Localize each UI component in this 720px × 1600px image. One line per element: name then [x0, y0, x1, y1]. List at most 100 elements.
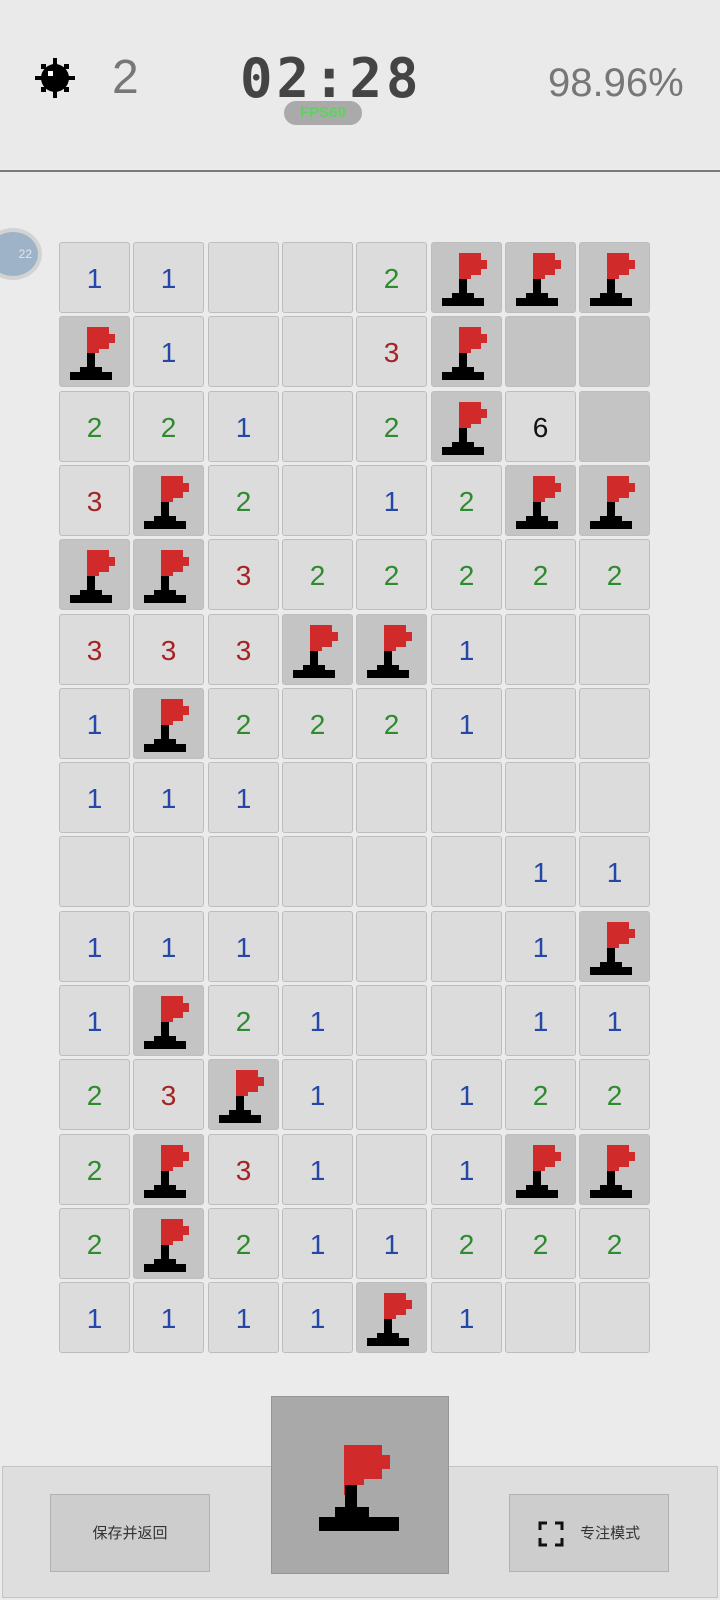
number-cell[interactable]: 1 — [133, 1282, 204, 1353]
number-cell[interactable]: 1 — [431, 614, 502, 685]
revealed-empty-cell[interactable] — [579, 762, 650, 833]
revealed-empty-cell[interactable] — [356, 985, 427, 1056]
revealed-empty-cell[interactable] — [579, 1282, 650, 1353]
flagged-cell[interactable] — [505, 465, 576, 536]
number-cell[interactable]: 2 — [505, 1208, 576, 1279]
number-cell[interactable]: 3 — [208, 539, 279, 610]
number-cell[interactable]: 3 — [133, 1059, 204, 1130]
revealed-empty-cell[interactable] — [282, 762, 353, 833]
flagged-cell[interactable] — [431, 316, 502, 387]
revealed-empty-cell[interactable] — [431, 836, 502, 907]
number-cell[interactable]: 2 — [208, 688, 279, 759]
revealed-empty-cell[interactable] — [356, 1134, 427, 1205]
unrevealed-cell[interactable] — [579, 316, 650, 387]
revealed-empty-cell[interactable] — [505, 688, 576, 759]
revealed-empty-cell[interactable] — [282, 391, 353, 462]
number-cell[interactable]: 1 — [579, 985, 650, 1056]
number-cell[interactable]: 6 — [505, 391, 576, 462]
flagged-cell[interactable] — [133, 539, 204, 610]
revealed-empty-cell[interactable] — [133, 836, 204, 907]
flagged-cell[interactable] — [431, 242, 502, 313]
flagged-cell[interactable] — [133, 1134, 204, 1205]
flagged-cell[interactable] — [356, 614, 427, 685]
number-cell[interactable]: 1 — [59, 911, 130, 982]
number-cell[interactable]: 1 — [208, 762, 279, 833]
number-cell[interactable]: 2 — [208, 465, 279, 536]
number-cell[interactable]: 3 — [59, 465, 130, 536]
number-cell[interactable]: 1 — [505, 985, 576, 1056]
flagged-cell[interactable] — [133, 465, 204, 536]
flagged-cell[interactable] — [133, 985, 204, 1056]
number-cell[interactable]: 3 — [59, 614, 130, 685]
revealed-empty-cell[interactable] — [282, 836, 353, 907]
number-cell[interactable]: 1 — [505, 836, 576, 907]
number-cell[interactable]: 1 — [282, 1134, 353, 1205]
avatar[interactable]: 22 — [0, 228, 42, 280]
flagged-cell[interactable] — [133, 688, 204, 759]
number-cell[interactable]: 1 — [208, 911, 279, 982]
flagged-cell[interactable] — [133, 1208, 204, 1279]
number-cell[interactable]: 1 — [133, 911, 204, 982]
flagged-cell[interactable] — [431, 391, 502, 462]
revealed-empty-cell[interactable] — [579, 614, 650, 685]
number-cell[interactable]: 2 — [579, 1059, 650, 1130]
number-cell[interactable]: 3 — [133, 614, 204, 685]
number-cell[interactable]: 2 — [505, 539, 576, 610]
number-cell[interactable]: 1 — [505, 911, 576, 982]
number-cell[interactable]: 2 — [59, 391, 130, 462]
revealed-empty-cell[interactable] — [208, 316, 279, 387]
revealed-empty-cell[interactable] — [208, 242, 279, 313]
number-cell[interactable]: 3 — [208, 1134, 279, 1205]
number-cell[interactable]: 2 — [579, 539, 650, 610]
revealed-empty-cell[interactable] — [505, 762, 576, 833]
number-cell[interactable]: 1 — [282, 985, 353, 1056]
flagged-cell[interactable] — [505, 1134, 576, 1205]
revealed-empty-cell[interactable] — [59, 836, 130, 907]
flagged-cell[interactable] — [356, 1282, 427, 1353]
number-cell[interactable]: 1 — [431, 688, 502, 759]
number-cell[interactable]: 1 — [431, 1282, 502, 1353]
number-cell[interactable]: 2 — [431, 465, 502, 536]
number-cell[interactable]: 1 — [59, 242, 130, 313]
number-cell[interactable]: 2 — [133, 391, 204, 462]
flagged-cell[interactable] — [579, 465, 650, 536]
flagged-cell[interactable] — [282, 614, 353, 685]
flagged-cell[interactable] — [505, 242, 576, 313]
number-cell[interactable]: 3 — [208, 614, 279, 685]
number-cell[interactable]: 2 — [59, 1059, 130, 1130]
revealed-empty-cell[interactable] — [282, 465, 353, 536]
unrevealed-cell[interactable] — [579, 391, 650, 462]
number-cell[interactable]: 2 — [282, 688, 353, 759]
unrevealed-cell[interactable] — [505, 316, 576, 387]
number-cell[interactable]: 1 — [579, 836, 650, 907]
number-cell[interactable]: 1 — [208, 391, 279, 462]
number-cell[interactable]: 1 — [208, 1282, 279, 1353]
number-cell[interactable]: 1 — [431, 1059, 502, 1130]
number-cell[interactable]: 1 — [282, 1208, 353, 1279]
revealed-empty-cell[interactable] — [356, 1059, 427, 1130]
flagged-cell[interactable] — [59, 316, 130, 387]
number-cell[interactable]: 2 — [282, 539, 353, 610]
number-cell[interactable]: 2 — [431, 1208, 502, 1279]
number-cell[interactable]: 2 — [356, 391, 427, 462]
revealed-empty-cell[interactable] — [356, 911, 427, 982]
revealed-empty-cell[interactable] — [431, 985, 502, 1056]
revealed-empty-cell[interactable] — [356, 762, 427, 833]
number-cell[interactable]: 1 — [59, 762, 130, 833]
number-cell[interactable]: 3 — [356, 316, 427, 387]
focus-mode-button[interactable]: 专注模式 — [509, 1494, 669, 1572]
revealed-empty-cell[interactable] — [431, 911, 502, 982]
flag-mode-button[interactable] — [271, 1396, 449, 1574]
save-and-return-button[interactable]: 保存并返回 — [50, 1494, 210, 1572]
flagged-cell[interactable] — [579, 1134, 650, 1205]
flagged-cell[interactable] — [59, 539, 130, 610]
revealed-empty-cell[interactable] — [431, 762, 502, 833]
flagged-cell[interactable] — [208, 1059, 279, 1130]
number-cell[interactable]: 1 — [133, 242, 204, 313]
revealed-empty-cell[interactable] — [282, 316, 353, 387]
number-cell[interactable]: 2 — [59, 1208, 130, 1279]
number-cell[interactable]: 1 — [59, 985, 130, 1056]
revealed-empty-cell[interactable] — [356, 836, 427, 907]
number-cell[interactable]: 2 — [59, 1134, 130, 1205]
number-cell[interactable]: 2 — [208, 1208, 279, 1279]
